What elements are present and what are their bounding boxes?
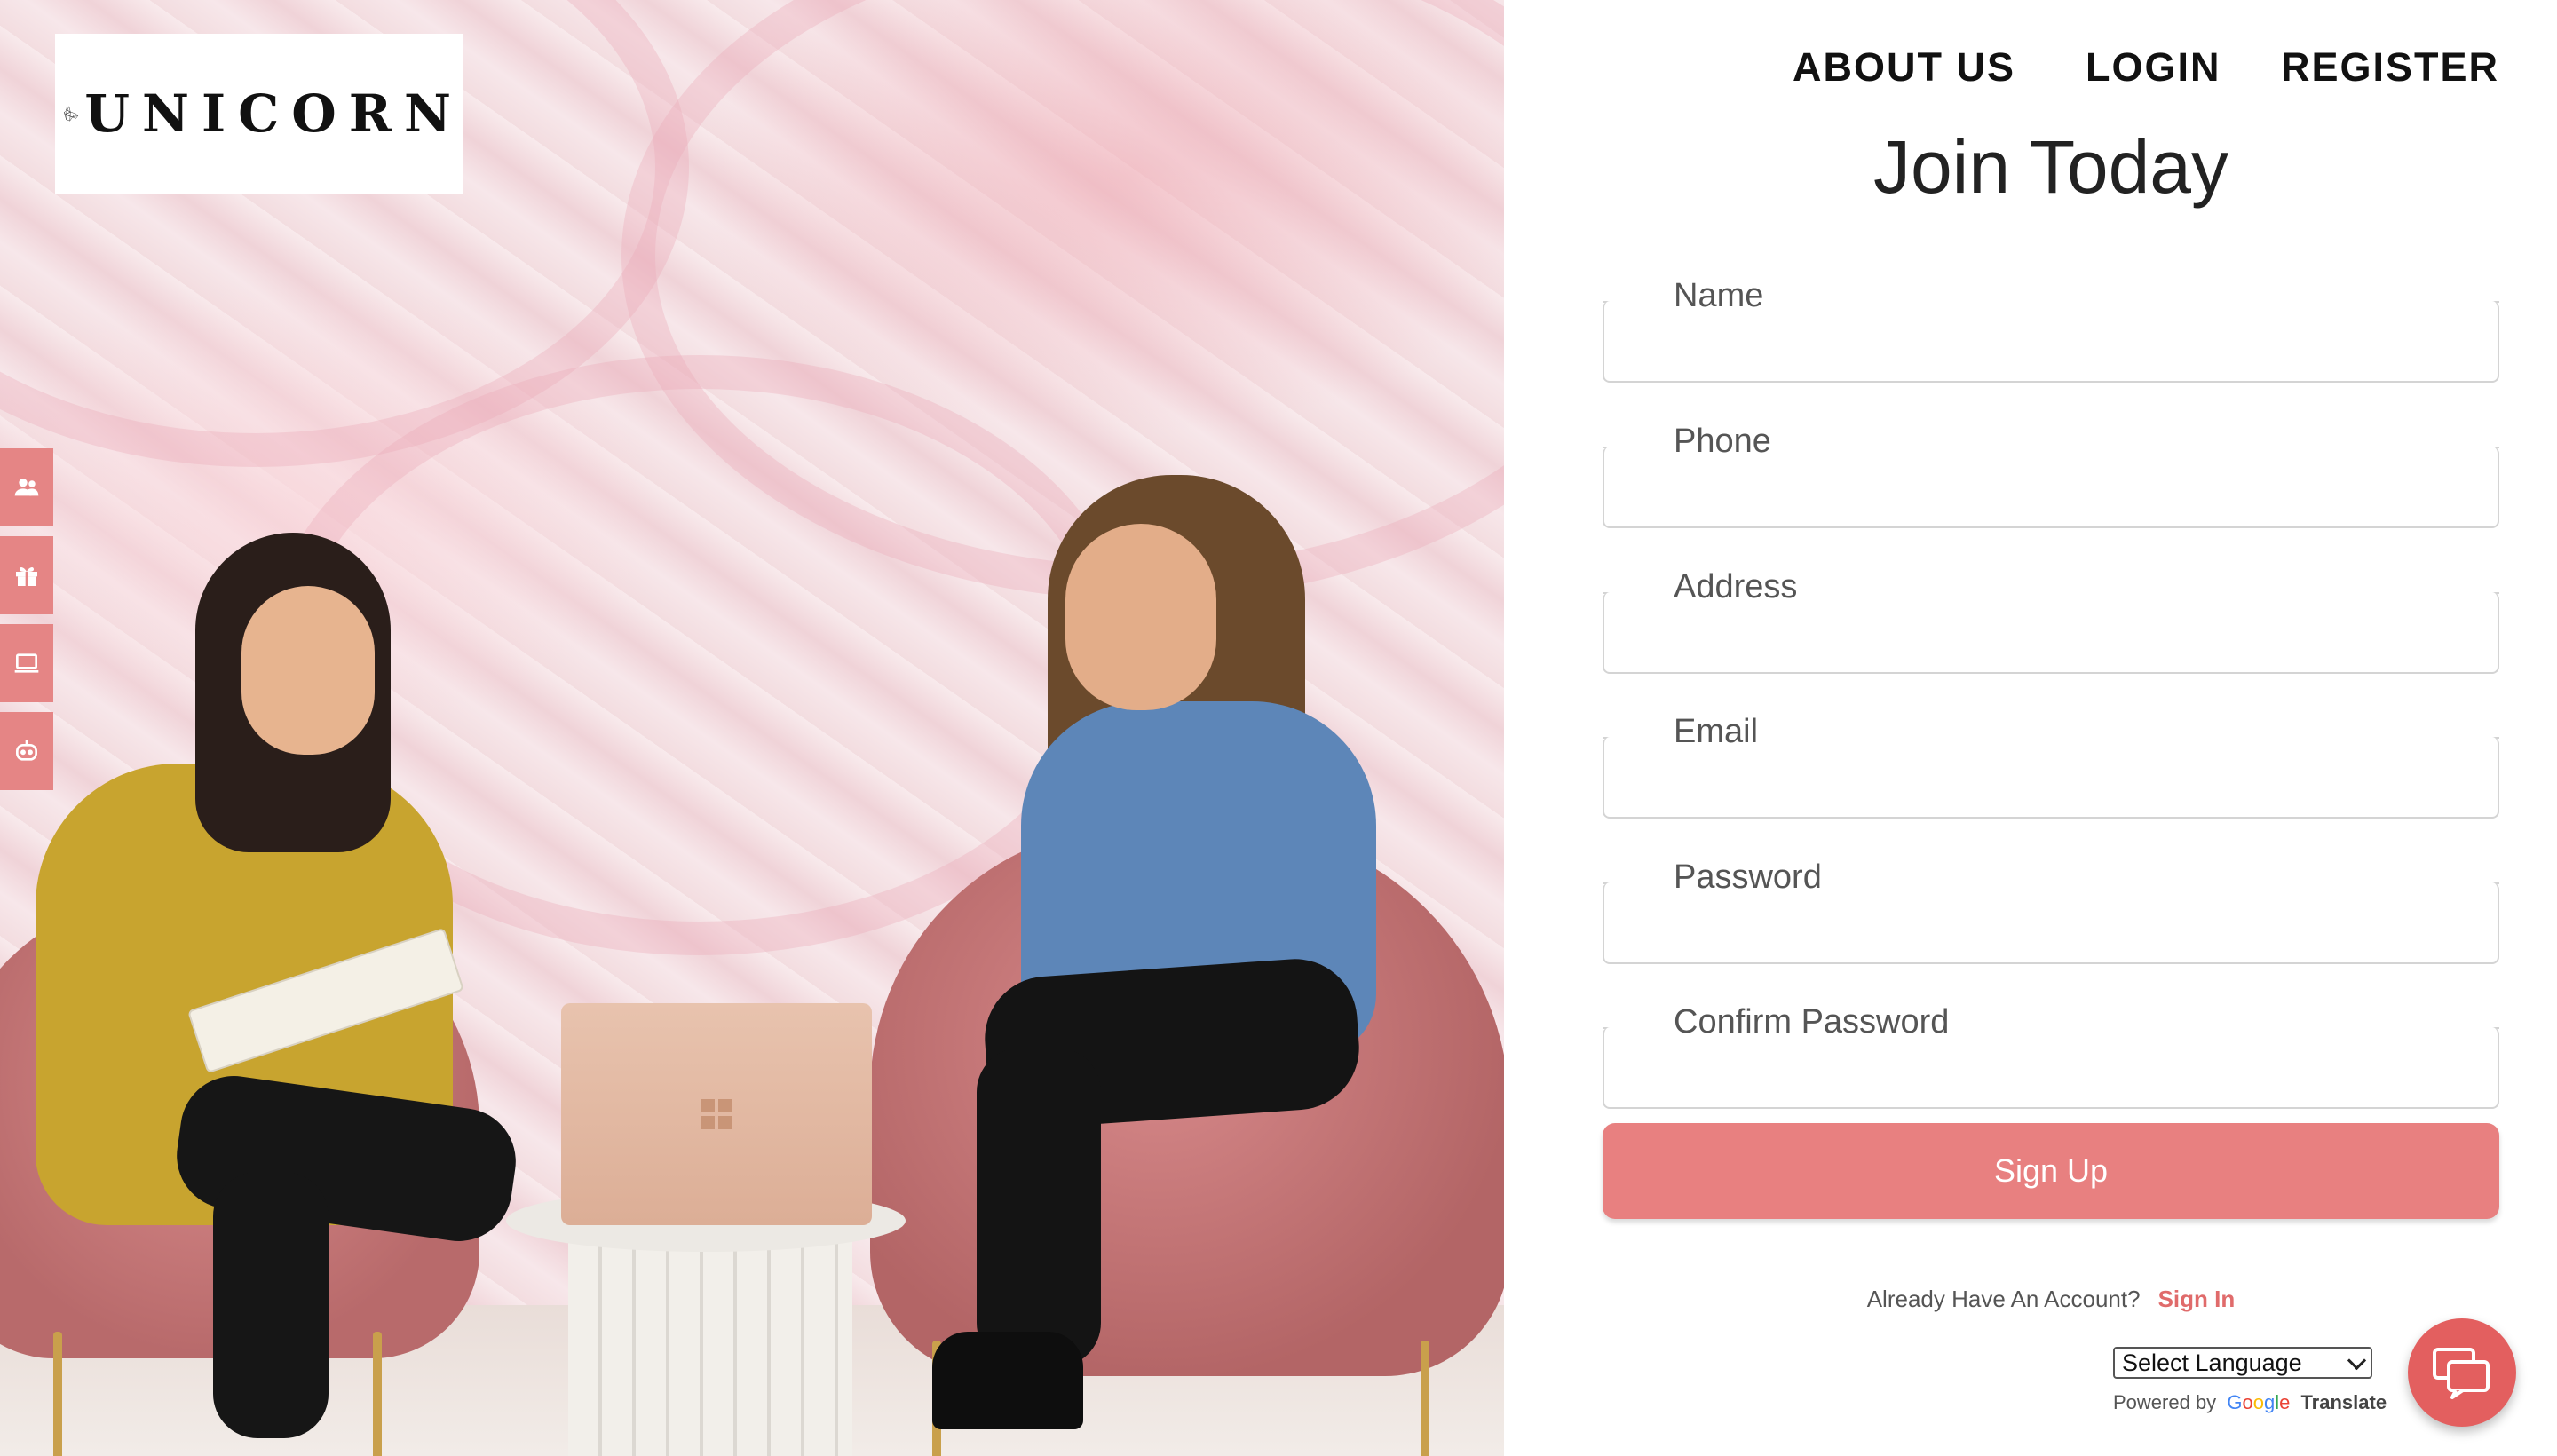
page: UNICORN ABOUT US LOGIN REGISTER Join Tod… <box>0 0 2557 1456</box>
name-field-label: Name <box>1656 277 1800 315</box>
chair-leg <box>1421 1341 1429 1456</box>
powered-by-google-translate: Powered by Google Translate <box>2113 1391 2387 1414</box>
side-table-base <box>568 1221 852 1456</box>
left-person-leg <box>213 1172 329 1438</box>
email-field-label: Email <box>1656 713 1794 751</box>
left-person-face <box>241 586 375 755</box>
translate-link[interactable]: Translate <box>2300 1391 2387 1413</box>
top-nav: ABOUT US LOGIN REGISTER <box>1504 44 2557 98</box>
page-title: Join Today <box>1872 125 2229 209</box>
phone-field-label: Phone <box>1656 423 1807 461</box>
address-field-label: Address <box>1656 568 1833 606</box>
chevron-down-icon <box>2347 1350 2367 1371</box>
already-have-account: Already Have An Account? Sign In <box>1603 1286 2499 1313</box>
unicorn-head-icon <box>64 106 79 122</box>
laptop <box>561 1003 872 1225</box>
robot-icon[interactable] <box>0 712 53 790</box>
logo-text: UNICORN <box>84 83 463 144</box>
hero-image: UNICORN <box>0 0 1504 1456</box>
language-select-value: Select Language <box>2122 1349 2302 1376</box>
google-logo: Google <box>2227 1391 2291 1413</box>
powered-by-text: Powered by <box>2113 1391 2217 1413</box>
logo[interactable]: UNICORN <box>55 34 463 194</box>
side-icon-bar <box>0 448 53 800</box>
nav-about-us[interactable]: ABOUT US <box>1793 44 2015 91</box>
users-icon[interactable] <box>0 448 53 526</box>
nav-register[interactable]: REGISTER <box>2281 44 2499 91</box>
boot <box>932 1332 1083 1429</box>
language-select[interactable]: Select Language <box>2113 1347 2372 1379</box>
chat-button[interactable] <box>2408 1318 2516 1427</box>
nav-login[interactable]: LOGIN <box>2086 44 2221 91</box>
gift-icon[interactable] <box>0 536 53 614</box>
laptop-icon[interactable] <box>0 624 53 702</box>
chair-leg <box>373 1332 382 1456</box>
sign-up-button[interactable]: Sign Up <box>1603 1123 2499 1219</box>
chair-leg <box>53 1332 62 1456</box>
sign-in-link[interactable]: Sign In <box>2158 1286 2236 1312</box>
windows-logo-icon <box>701 1099 732 1129</box>
right-person-face <box>1065 524 1216 710</box>
right-person-leg <box>977 1048 1101 1367</box>
confirm-password-field-label: Confirm Password <box>1656 1003 1985 1041</box>
chat-bubbles-icon <box>2433 1348 2490 1399</box>
password-field-label: Password <box>1656 859 1857 897</box>
already-have-account-text: Already Have An Account? <box>1866 1286 2141 1312</box>
